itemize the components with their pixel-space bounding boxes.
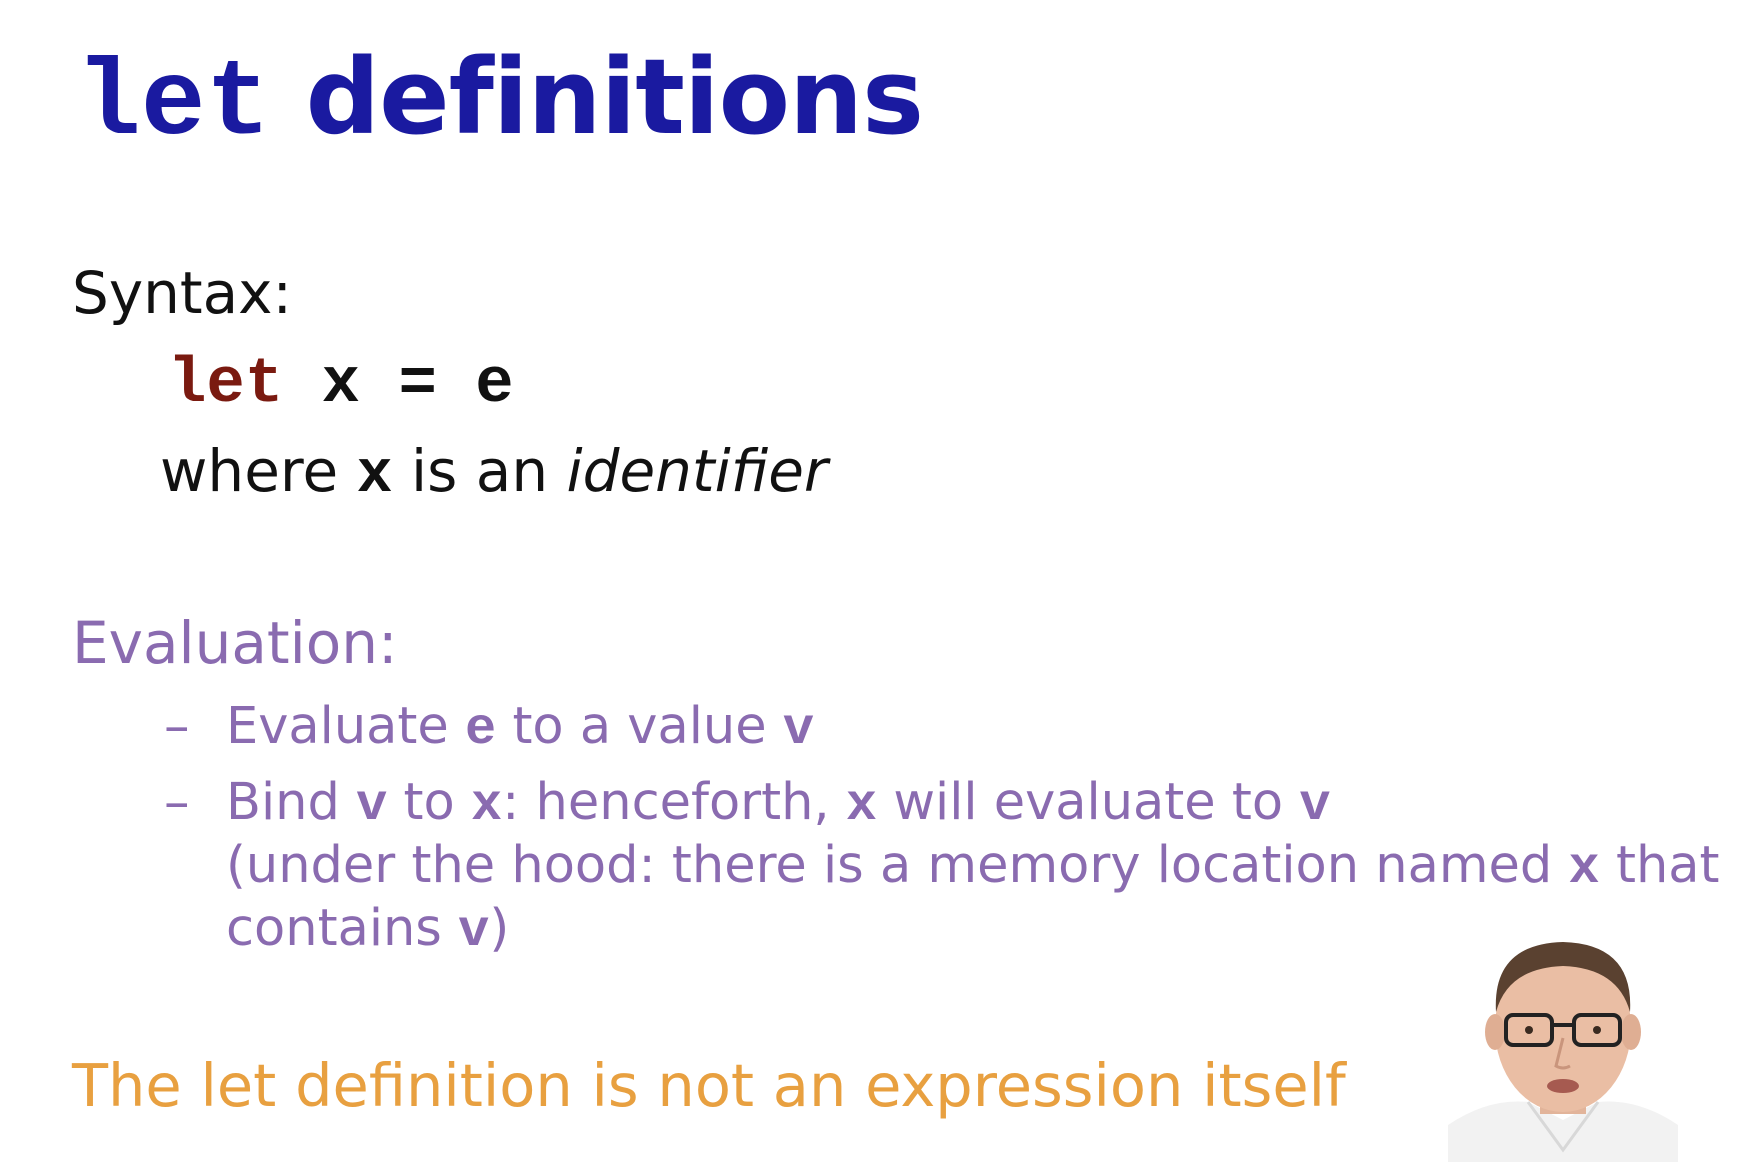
bullet-dash: – <box>164 773 190 832</box>
code-expression: e <box>475 349 514 421</box>
evaluation-bullet-1: – Evaluate e to a value v <box>164 697 814 760</box>
bullet-text: : henceforth, <box>502 773 830 832</box>
bullet-text: to a value <box>512 697 767 756</box>
slide-title: let definitions <box>76 40 924 166</box>
presenter-video-inset <box>1448 920 1678 1162</box>
bullet-code: x <box>845 776 878 835</box>
bullet-code: x <box>470 776 503 835</box>
note-prefix: where <box>160 437 339 505</box>
title-text: definitions <box>305 36 924 158</box>
bullet-text: (under the hood: there is a memory locat… <box>226 836 1553 895</box>
bullet-text: contains <box>226 899 442 958</box>
bullet-code: e <box>465 700 497 759</box>
note-identifier: x <box>356 442 393 510</box>
evaluation-heading: Evaluation: <box>72 609 398 677</box>
note-term: identifier <box>566 437 828 505</box>
code-identifier: x <box>321 349 361 421</box>
presenter-eye-left <box>1525 1026 1533 1034</box>
bullet-dash: – <box>164 697 190 756</box>
bullet-code: x <box>1568 839 1600 898</box>
presenter-ear-left <box>1485 1014 1505 1050</box>
presenter-illustration <box>1448 942 1678 1162</box>
bullet-continuation-1: (under the hood: there is a memory locat… <box>164 836 1720 899</box>
bullet-code: v <box>356 776 388 835</box>
bullet-text: Evaluate <box>226 697 449 756</box>
bullet-text: will evaluate to <box>893 773 1284 832</box>
bullet-code: v <box>458 902 490 961</box>
presenter-mouth <box>1547 1079 1579 1093</box>
presenter-eye-right <box>1593 1026 1601 1034</box>
syntax-heading: Syntax: <box>72 259 293 327</box>
bullet-code: v <box>1299 776 1331 835</box>
bullet-text: that <box>1615 836 1720 895</box>
footer-note: The let definition is not an expression … <box>72 1051 1346 1120</box>
bullet-text: ) <box>489 899 510 958</box>
bullet-code: v <box>782 700 815 759</box>
title-keyword: let <box>76 44 271 166</box>
note-middle: is an <box>411 437 549 505</box>
bullet-text: to <box>403 773 455 832</box>
bullet-text: Bind <box>226 773 340 832</box>
code-equals: = <box>398 349 437 421</box>
presenter-ear-right <box>1621 1014 1641 1050</box>
code-let-keyword: let <box>168 349 284 421</box>
syntax-note: where x is an identifier <box>160 438 828 511</box>
syntax-code: let x = e <box>168 350 514 420</box>
